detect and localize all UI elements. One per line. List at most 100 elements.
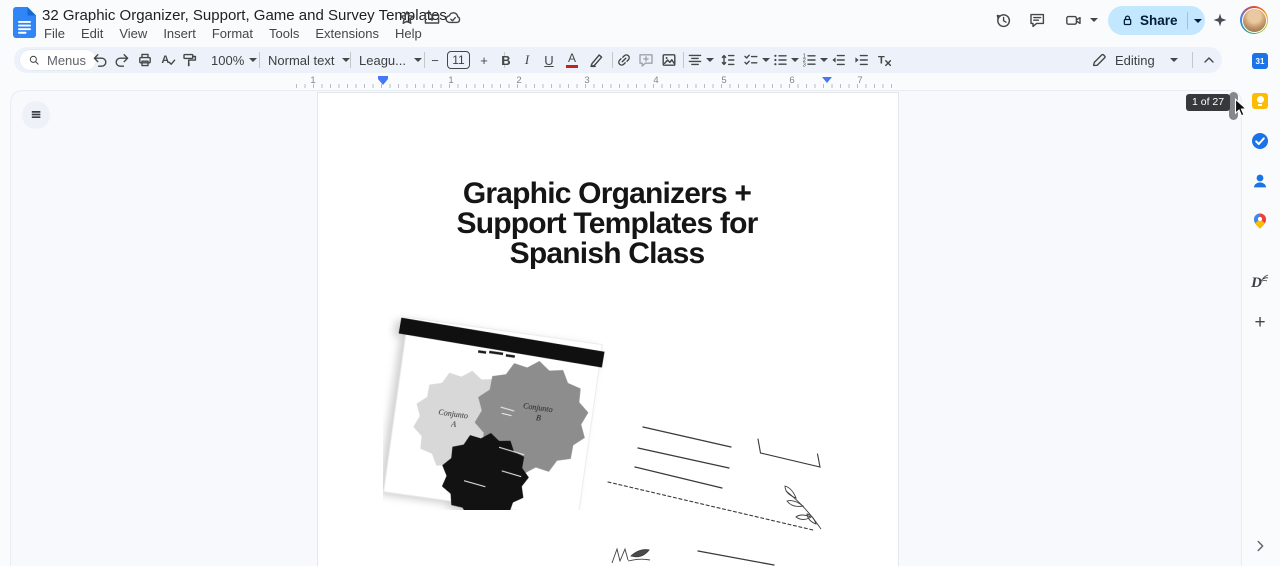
- editing-mode-value: Editing: [1115, 52, 1155, 68]
- lock-icon: [1120, 13, 1135, 28]
- checklist-icon: [744, 54, 758, 65]
- docs-logo-icon[interactable]: [13, 7, 36, 38]
- toolbar-separator: [1192, 52, 1193, 68]
- zoom-caret-icon: [249, 58, 258, 62]
- right-indent-marker[interactable]: [822, 77, 832, 83]
- align-center-icon: [688, 54, 702, 66]
- font-size-field[interactable]: 11: [447, 51, 470, 69]
- share-divider: [1186, 12, 1188, 29]
- decrease-indent-icon[interactable]: [828, 50, 848, 70]
- formatting-toolbar: Menus A 100% Normal text Leagu... − 11 +…: [14, 47, 1222, 73]
- google-keep-icon[interactable]: [1246, 87, 1274, 115]
- docs-addon-icon[interactable]: D: [1246, 269, 1274, 297]
- meet-video-call-icon[interactable]: [1060, 7, 1086, 33]
- leaf-sketch-bottom: [611, 547, 651, 564]
- decrease-font-size-button[interactable]: −: [425, 50, 445, 70]
- venn-worksheet-image[interactable]: Conjunto A Conjunto B: [383, 314, 623, 510]
- font-family-select[interactable]: Leagu...: [359, 50, 422, 70]
- ruler-number: 3: [584, 75, 590, 86]
- increase-font-size-button[interactable]: +: [474, 50, 494, 70]
- bulleted-list-caret-icon: [791, 58, 799, 62]
- clear-formatting-icon[interactable]: T: [874, 50, 894, 70]
- meet-dropdown-caret-icon[interactable]: [1090, 18, 1098, 22]
- bulleted-list-select[interactable]: [771, 50, 799, 70]
- numbered-list-select[interactable]: 123: [800, 50, 828, 70]
- font-caret-icon: [414, 58, 422, 62]
- avatar-photo: [1241, 7, 1267, 33]
- google-maps-icon[interactable]: [1246, 207, 1274, 235]
- redo-icon[interactable]: [112, 50, 132, 70]
- menus-label: Menus: [47, 52, 87, 68]
- ruler-number: 6: [789, 75, 795, 86]
- checklist-select[interactable]: [742, 50, 770, 70]
- collapse-toolbar-icon[interactable]: [1199, 50, 1219, 70]
- show-outline-button[interactable]: [22, 101, 50, 129]
- comments-icon[interactable]: [1024, 7, 1050, 33]
- add-comment-icon[interactable]: [636, 50, 656, 70]
- ruler-number: 5: [721, 75, 727, 86]
- google-calendar-icon[interactable]: 31: [1246, 47, 1274, 75]
- align-caret-icon: [706, 58, 714, 62]
- plus-icon: +: [480, 52, 488, 68]
- menu-extensions[interactable]: Extensions: [307, 24, 387, 44]
- paragraph-style-select[interactable]: Normal text: [268, 50, 351, 70]
- leaf-sketch: [784, 485, 822, 530]
- toolbar-separator: [612, 52, 613, 68]
- doc-heading-line: Graphic Organizers +: [462, 177, 752, 210]
- increase-indent-icon[interactable]: [851, 50, 871, 70]
- document-title[interactable]: 32 Graphic Organizer, Support, Game and …: [42, 7, 447, 24]
- menu-view[interactable]: View: [111, 24, 155, 44]
- page-indicator-badge: 1 of 27: [1186, 94, 1231, 111]
- account-avatar[interactable]: [1240, 6, 1268, 34]
- numbered-list-icon: 123: [803, 54, 816, 68]
- gemini-sparkle-icon[interactable]: [1207, 7, 1233, 33]
- ruler-number: 7: [857, 75, 863, 86]
- search-menus-button[interactable]: Menus: [20, 50, 97, 70]
- editing-caret-icon: [1169, 58, 1178, 62]
- minus-icon: −: [431, 52, 439, 68]
- bulleted-list-icon: [774, 54, 787, 66]
- text-color-swatch: [566, 65, 578, 68]
- print-icon[interactable]: [135, 50, 155, 70]
- spellcheck-icon[interactable]: A: [158, 50, 178, 70]
- document-status-cloud-icon[interactable]: [444, 9, 462, 27]
- undo-icon[interactable]: [90, 50, 110, 70]
- menu-help[interactable]: Help: [387, 24, 430, 44]
- menu-insert[interactable]: Insert: [155, 24, 204, 44]
- toolbar-separator: [259, 52, 260, 68]
- share-button[interactable]: Share: [1108, 6, 1205, 35]
- italic-icon[interactable]: I: [517, 50, 537, 70]
- google-tasks-icon[interactable]: [1246, 127, 1274, 155]
- google-docs-window: 32 Graphic Organizer, Support, Game and …: [0, 0, 1280, 566]
- align-select[interactable]: [686, 50, 714, 70]
- pencil-icon: [1092, 53, 1106, 67]
- doc-heading-line: Support Templates for: [456, 207, 759, 240]
- hide-side-panel-icon[interactable]: [1246, 532, 1274, 560]
- paint-format-icon[interactable]: [179, 50, 199, 70]
- get-add-ons-icon[interactable]: +: [1246, 309, 1274, 337]
- line-spacing-icon[interactable]: [718, 50, 738, 70]
- insert-link-icon[interactable]: [614, 50, 634, 70]
- text-color-icon[interactable]: A: [562, 50, 582, 70]
- doc-heading[interactable]: Graphic Organizers + Support Templates f…: [337, 179, 877, 269]
- bold-icon[interactable]: B: [496, 50, 516, 70]
- menu-edit[interactable]: Edit: [73, 24, 111, 44]
- notes-worksheet-image[interactable]: [598, 393, 860, 566]
- menu-file[interactable]: File: [36, 24, 73, 44]
- insert-image-icon[interactable]: [659, 50, 679, 70]
- menu-tools[interactable]: Tools: [261, 24, 307, 44]
- editing-mode-select[interactable]: Editing: [1090, 50, 1178, 70]
- highlight-color-icon[interactable]: [586, 50, 606, 70]
- menu-format[interactable]: Format: [204, 24, 261, 44]
- paragraph-style-value: Normal text: [268, 52, 335, 68]
- share-dropdown-caret-icon[interactable]: [1193, 18, 1202, 23]
- svg-text:3: 3: [803, 62, 806, 68]
- underline-icon[interactable]: U: [539, 50, 559, 70]
- font-family-value: Leagu...: [359, 52, 406, 68]
- version-history-icon[interactable]: [990, 7, 1016, 33]
- doc-heading-line: Spanish Class: [509, 237, 705, 270]
- left-indent-marker[interactable]: [378, 76, 388, 85]
- zoom-select[interactable]: 100%: [211, 50, 258, 70]
- google-contacts-icon[interactable]: [1246, 167, 1274, 195]
- ruler-number: 1: [448, 75, 454, 86]
